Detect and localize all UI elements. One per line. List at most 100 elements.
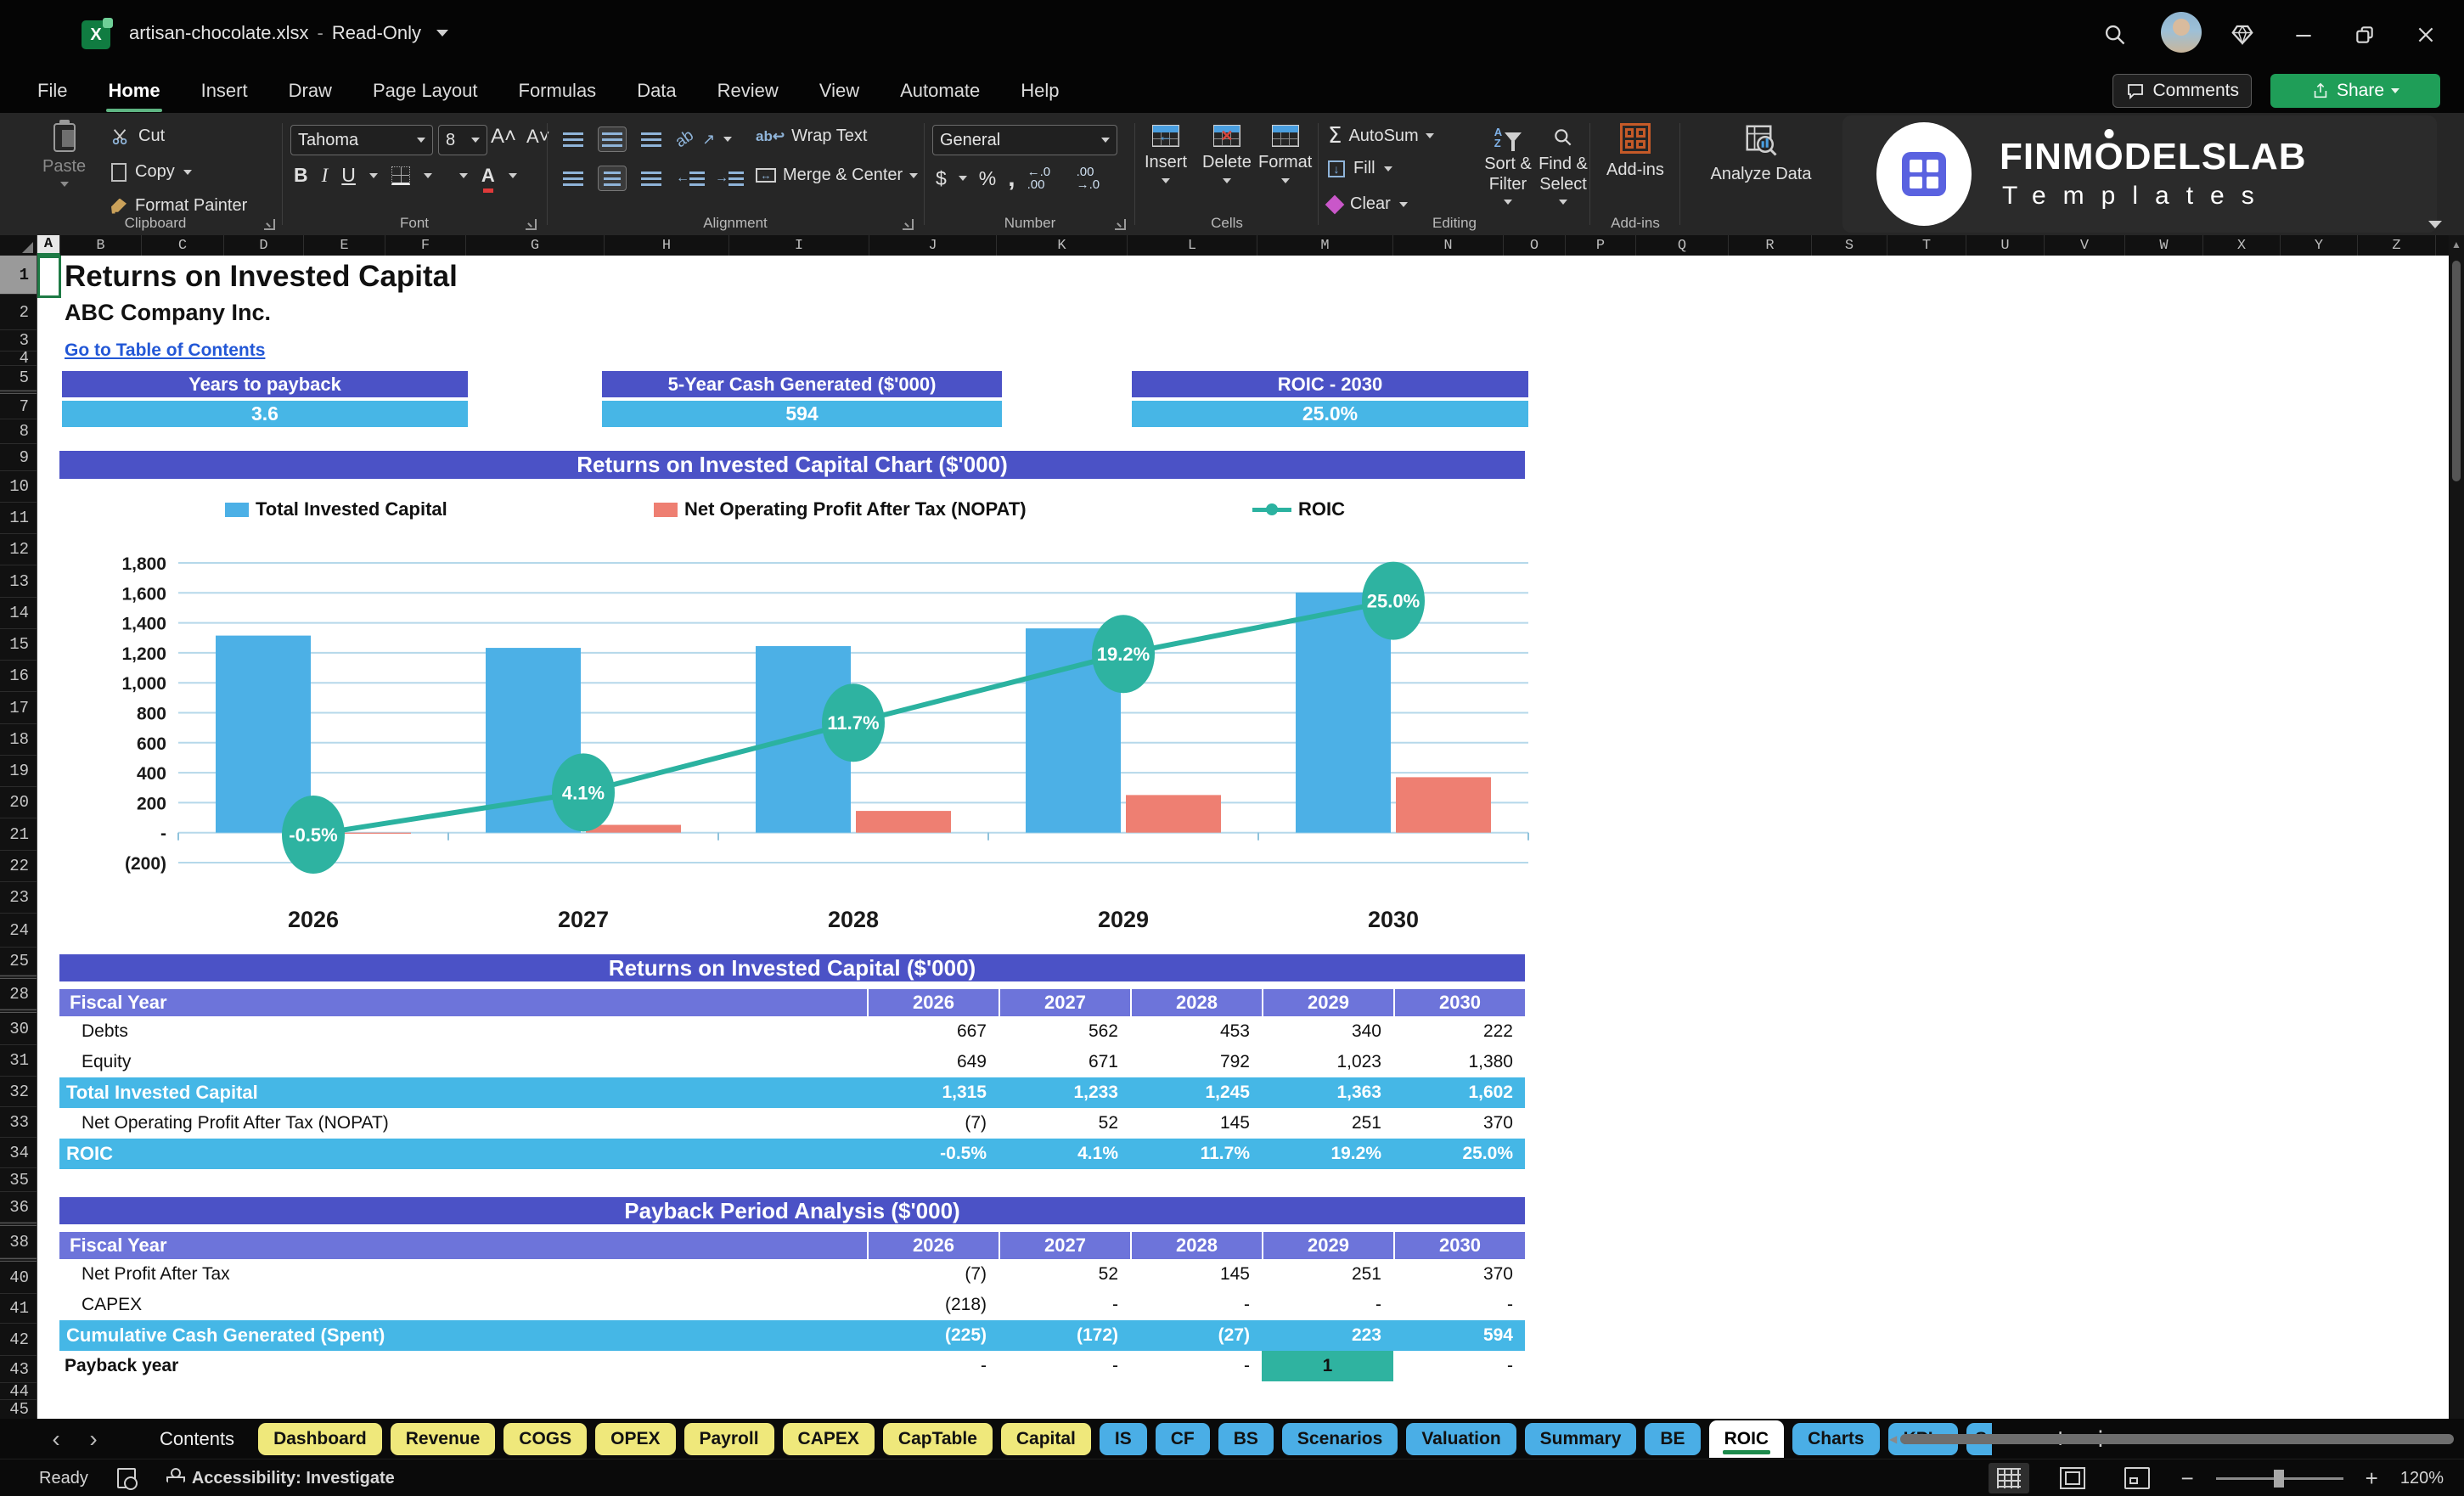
close-button[interactable] xyxy=(2406,15,2445,54)
row-header-24[interactable]: 24 xyxy=(0,914,37,948)
orientation-button[interactable]: ab ↗ xyxy=(672,127,733,151)
cell-value[interactable]: - xyxy=(999,1290,1130,1320)
sheet-tab-capital[interactable]: Capital xyxy=(1000,1422,1091,1455)
font-color-chevron-down-icon[interactable] xyxy=(508,172,517,178)
collapse-ribbon-chevron-icon[interactable] xyxy=(2428,221,2442,228)
sheet-tab-cf[interactable]: CF xyxy=(1155,1422,1210,1455)
row-header-21[interactable]: 21 xyxy=(0,818,37,851)
cell-value[interactable]: 667 xyxy=(867,1016,999,1047)
row-header-18[interactable]: 18 xyxy=(0,724,37,756)
cell-value[interactable]: 453 xyxy=(1130,1016,1262,1047)
row-header-23[interactable]: 23 xyxy=(0,882,37,914)
row-header-11[interactable]: 11 xyxy=(0,503,37,534)
column-header-X[interactable]: X xyxy=(2203,235,2281,256)
align-middle-button[interactable] xyxy=(598,127,627,152)
sort-filter-button[interactable]: AZ Sort & Filter xyxy=(1482,127,1533,205)
vertical-scrollbar[interactable]: ▲ xyxy=(2449,235,2464,1419)
user-avatar[interactable] xyxy=(2161,12,2202,53)
menu-tab-data[interactable]: Data xyxy=(635,76,678,105)
cell-value[interactable]: 671 xyxy=(999,1047,1130,1077)
underline-chevron-down-icon[interactable] xyxy=(368,172,378,178)
menu-tab-review[interactable]: Review xyxy=(716,76,780,105)
column-header-Y[interactable]: Y xyxy=(2281,235,2358,256)
column-header-B[interactable]: B xyxy=(60,235,142,256)
fill-color-chevron-down-icon[interactable] xyxy=(458,172,468,178)
row-header-19[interactable]: 19 xyxy=(0,756,37,787)
column-header-E[interactable]: E xyxy=(304,235,385,256)
row-header-33[interactable]: 33 xyxy=(0,1107,37,1138)
scroll-up-arrow-icon[interactable]: ▲ xyxy=(2449,235,2464,254)
sheet-tab-dashboard[interactable]: Dashboard xyxy=(258,1422,382,1455)
column-header-U[interactable]: U xyxy=(1966,235,2045,256)
zoom-in-button[interactable]: + xyxy=(2366,1465,2378,1492)
column-header-K[interactable]: K xyxy=(997,235,1128,256)
share-button[interactable]: Share xyxy=(2270,74,2440,108)
row-header-34[interactable]: 34 xyxy=(0,1138,37,1168)
vertical-scrollbar-thumb[interactable] xyxy=(2452,261,2461,481)
page-layout-view-button[interactable] xyxy=(2051,1462,2094,1494)
decrease-decimal-button[interactable]: .00 →.0 xyxy=(1077,166,1114,191)
cell-value[interactable]: 370 xyxy=(1393,1108,1525,1139)
font-color-button[interactable]: A xyxy=(481,165,495,193)
column-header-Q[interactable]: Q xyxy=(1636,235,1729,256)
cell-value[interactable]: -0.5% xyxy=(867,1139,999,1169)
number-dialog-launcher[interactable] xyxy=(1115,219,1126,230)
scroll-left-arrow-icon[interactable]: ◀ xyxy=(1889,1433,1897,1445)
column-header-R[interactable]: R xyxy=(1729,235,1812,256)
menu-tab-help[interactable]: Help xyxy=(1019,76,1060,105)
normal-view-button[interactable] xyxy=(1989,1463,2030,1493)
column-header-N[interactable]: N xyxy=(1393,235,1504,256)
row-header-3[interactable]: 3 xyxy=(0,330,37,352)
paste-button[interactable]: Paste xyxy=(42,120,86,187)
zoom-slider-thumb[interactable] xyxy=(2273,1469,2284,1488)
row-header-28[interactable]: 28 xyxy=(0,979,37,1010)
cell-value[interactable]: (7) xyxy=(867,1108,999,1139)
column-header-F[interactable]: F xyxy=(385,235,466,256)
sheet-tab-cogs[interactable]: COGS xyxy=(503,1422,588,1455)
row-header-41[interactable]: 41 xyxy=(0,1294,37,1324)
cell-value[interactable]: - xyxy=(1393,1351,1525,1381)
horizontal-scrollbar-thumb[interactable] xyxy=(1900,1434,2454,1444)
row-header-17[interactable]: 17 xyxy=(0,692,37,724)
sheet-tab-be[interactable]: BE xyxy=(1645,1422,1701,1455)
sheet-tab-payroll[interactable]: Payroll xyxy=(684,1422,774,1455)
cell-value[interactable]: (225) xyxy=(867,1320,999,1351)
font-dialog-launcher[interactable] xyxy=(526,219,537,230)
sheet-tab-contents[interactable]: Contents xyxy=(144,1423,250,1455)
row-header-16[interactable]: 16 xyxy=(0,661,37,692)
cell-value[interactable]: (7) xyxy=(867,1259,999,1290)
cell-value[interactable]: 19.2% xyxy=(1262,1139,1393,1169)
column-header-H[interactable]: H xyxy=(605,235,729,256)
insert-cells-button[interactable]: ← Insert xyxy=(1145,125,1187,183)
excel-app-icon[interactable]: X xyxy=(82,18,113,49)
font-name-combo[interactable]: Tahoma xyxy=(290,125,433,155)
row-header-5[interactable]: 5 xyxy=(0,366,37,391)
prev-sheet-arrow[interactable]: ‹ xyxy=(39,1426,73,1453)
cell-value[interactable]: 792 xyxy=(1130,1047,1262,1077)
comma-format-button[interactable]: , xyxy=(1008,164,1015,193)
cell-value[interactable]: 1,233 xyxy=(999,1077,1130,1108)
autosum-button[interactable]: Σ AutoSum xyxy=(1328,123,1434,149)
cell-value[interactable]: - xyxy=(1393,1290,1525,1320)
cell-value[interactable]: 52 xyxy=(999,1108,1130,1139)
row-header-22[interactable]: 22 xyxy=(0,851,37,882)
cell-value[interactable]: 223 xyxy=(1262,1320,1393,1351)
percent-format-button[interactable]: % xyxy=(979,167,996,190)
align-center-button[interactable] xyxy=(598,166,627,191)
increase-decimal-button[interactable]: ←.0 .00 xyxy=(1027,166,1065,191)
find-select-button[interactable]: Find & Select xyxy=(1537,127,1589,205)
font-size-combo[interactable]: 8 xyxy=(438,125,487,155)
cell-value[interactable]: - xyxy=(999,1351,1130,1381)
cell-value[interactable]: - xyxy=(1262,1290,1393,1320)
row-header-36[interactable]: 36 xyxy=(0,1192,37,1223)
merge-center-button[interactable]: ↔ Merge & Center xyxy=(756,166,919,185)
cell-value[interactable]: 25.0% xyxy=(1393,1139,1525,1169)
page-break-view-button[interactable] xyxy=(2116,1462,2158,1494)
row-header-15[interactable]: 15 xyxy=(0,629,37,661)
cell-value[interactable]: 562 xyxy=(999,1016,1130,1047)
cell-value[interactable]: 1,363 xyxy=(1262,1077,1393,1108)
currency-chevron-down-icon[interactable] xyxy=(958,176,967,181)
menu-tab-home[interactable]: Home xyxy=(106,76,162,112)
select-all-corner[interactable] xyxy=(0,235,37,256)
worksheet-grid[interactable]: 1 2 3 4 5 7 8 9 10 11 12 13 14 15 16 17 18 19 20 21 22 23 24 25… xyxy=(0,256,2449,1419)
